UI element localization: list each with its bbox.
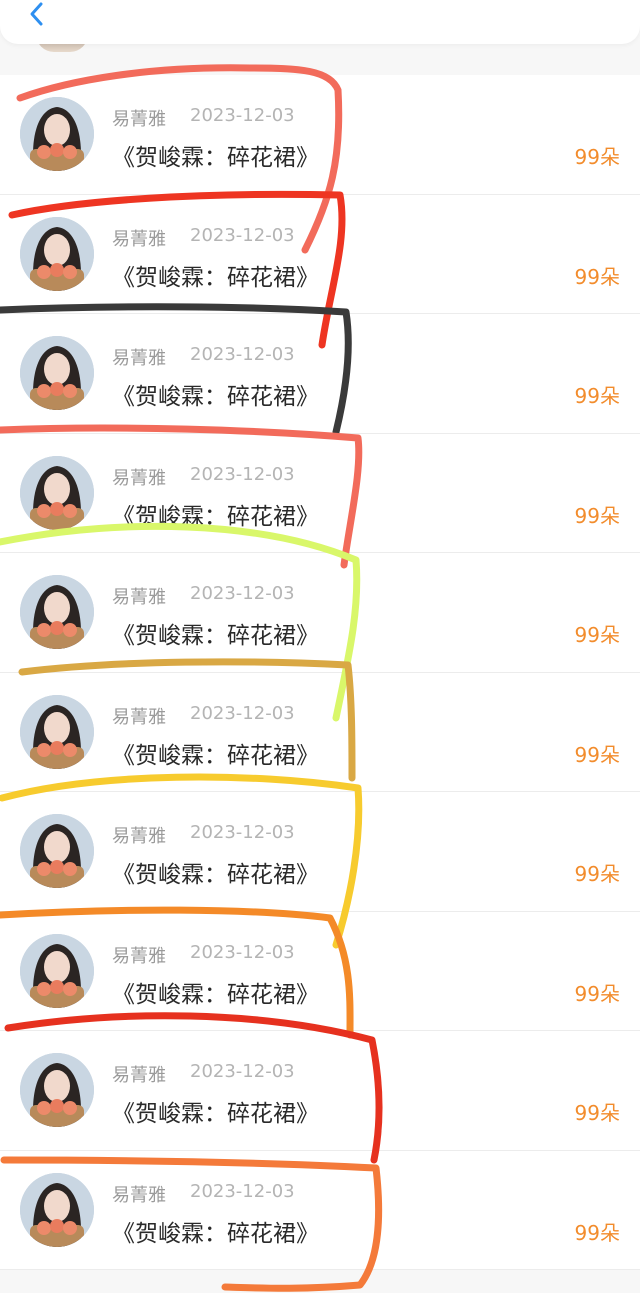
work-title: 《贺峻霖：碎花裙》: [112, 742, 319, 769]
sender-name: 易菁雅: [112, 706, 166, 728]
list-item[interactable]: 易菁雅 2023-12-03 《贺峻霖：碎花裙》 99朵: [0, 433, 640, 553]
send-date: 2023-12-03: [190, 822, 295, 843]
avatar: [20, 575, 94, 649]
sender-name: 易菁雅: [112, 228, 166, 250]
list-item[interactable]: 易菁雅 2023-12-03 《贺峻霖：碎花裙》 99朵: [0, 194, 640, 314]
sender-name: 易菁雅: [112, 945, 166, 967]
flower-count: 99朵: [574, 503, 620, 528]
send-date: 2023-12-03: [190, 344, 295, 365]
flower-count: 99朵: [574, 145, 620, 169]
back-button[interactable]: [20, 0, 54, 34]
avatar: [20, 814, 94, 888]
work-title: 《贺峻霖：碎花裙》: [112, 1101, 319, 1127]
work-title: 《贺峻霖：碎花裙》: [112, 503, 319, 530]
flower-count: 99朵: [574, 1101, 620, 1125]
list-item[interactable]: 易菁雅 2023-12-03 《贺峻霖：碎花裙》 99朵: [0, 911, 640, 1031]
send-date: 2023-12-03: [190, 1061, 295, 1082]
work-title: 《贺峻霖：碎花裙》: [112, 1220, 319, 1247]
sender-name: 易菁雅: [112, 467, 166, 489]
send-date: 2023-12-03: [190, 702, 295, 724]
sender-name: 易菁雅: [112, 109, 166, 130]
avatar: [20, 455, 94, 530]
send-date: 2023-12-03: [190, 224, 295, 246]
sender-name: 易菁雅: [112, 1184, 166, 1206]
sender-name: 易菁雅: [112, 348, 166, 369]
sender-name: 易菁雅: [112, 1065, 166, 1086]
gift-record-list: 易菁雅 2023-12-03 《贺峻霖：碎花裙》 99朵 易菁雅 2023-12…: [0, 75, 640, 1270]
avatar: [20, 1172, 94, 1247]
avatar: [20, 694, 94, 769]
work-title: 《贺峻霖：碎花裙》: [112, 862, 319, 888]
send-date: 2023-12-03: [190, 583, 295, 604]
avatar: [20, 336, 94, 410]
chevron-left-icon: [30, 2, 43, 26]
avatar: [20, 216, 94, 291]
work-title: 《贺峻霖：碎花裙》: [112, 384, 319, 410]
flower-count: 99朵: [574, 1220, 620, 1245]
avatar: [20, 97, 94, 171]
list-item[interactable]: 易菁雅 2023-12-03 《贺峻霖：碎花裙》 99朵: [0, 1031, 640, 1151]
send-date: 2023-12-03: [190, 941, 295, 963]
avatar: [20, 933, 94, 1008]
work-title: 《贺峻霖：碎花裙》: [112, 623, 319, 649]
flower-count: 99朵: [574, 264, 620, 289]
list-item[interactable]: 易菁雅 2023-12-03 《贺峻霖：碎花裙》 99朵: [0, 75, 640, 195]
top-bar: [0, 0, 640, 44]
list-item[interactable]: 易菁雅 2023-12-03 《贺峻霖：碎花裙》 99朵: [0, 792, 640, 912]
avatar: [20, 1053, 94, 1127]
work-title: 《贺峻霖：碎花裙》: [112, 145, 319, 171]
sender-name: 易菁雅: [112, 826, 166, 847]
sender-name: 易菁雅: [112, 587, 166, 608]
list-item[interactable]: 易菁雅 2023-12-03 《贺峻霖：碎花裙》 99朵: [0, 672, 640, 792]
flower-count: 99朵: [574, 384, 620, 408]
list-item[interactable]: 易菁雅 2023-12-03 《贺峻霖：碎花裙》 99朵: [0, 553, 640, 673]
work-title: 《贺峻霖：碎花裙》: [112, 981, 319, 1008]
send-date: 2023-12-03: [190, 463, 295, 485]
list-item[interactable]: 易菁雅 2023-12-03 《贺峻霖：碎花裙》 99朵: [0, 314, 640, 434]
flower-count: 99朵: [574, 623, 620, 647]
list-item[interactable]: 易菁雅 2023-12-03 《贺峻霖：碎花裙》 99朵: [0, 1150, 640, 1270]
flower-count: 99朵: [574, 862, 620, 886]
send-date: 2023-12-03: [190, 1180, 295, 1202]
flower-count: 99朵: [574, 742, 620, 767]
send-date: 2023-12-03: [190, 105, 295, 126]
work-title: 《贺峻霖：碎花裙》: [112, 264, 319, 291]
flower-count: 99朵: [574, 981, 620, 1006]
